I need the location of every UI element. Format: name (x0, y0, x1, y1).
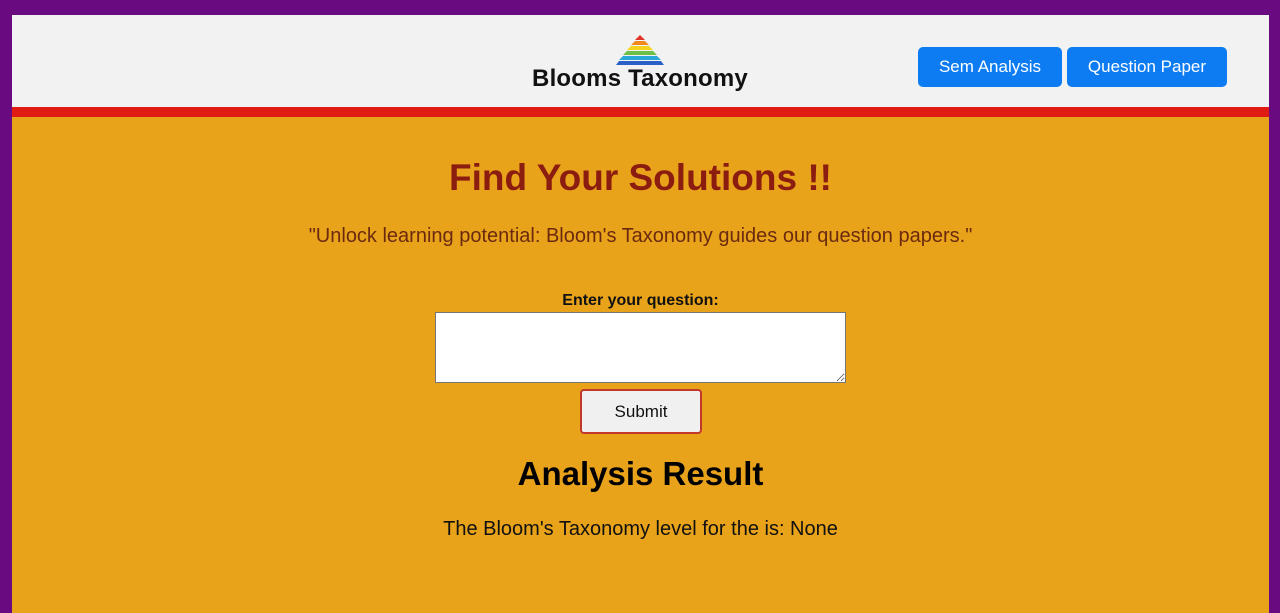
tagline: "Unlock learning potential: Bloom's Taxo… (308, 225, 973, 247)
sem-analysis-button[interactable]: Sem Analysis (918, 47, 1062, 87)
header-accent-bar (12, 107, 1269, 117)
header: Blooms Taxonomy Sem Analysis Question Pa… (12, 15, 1269, 107)
brand-title: Blooms Taxonomy (532, 65, 748, 92)
result-heading: Analysis Result (517, 455, 764, 492)
question-input[interactable] (435, 312, 846, 383)
submit-button[interactable]: Submit (580, 389, 702, 434)
result-text: The Bloom's Taxonomy level for the is: N… (443, 518, 838, 540)
page-title: Find Your Solutions !! (449, 157, 832, 198)
page-frame: Blooms Taxonomy Sem Analysis Question Pa… (12, 15, 1269, 613)
pyramid-icon (616, 35, 664, 65)
question-label: Enter your question: (562, 292, 719, 309)
question-paper-button[interactable]: Question Paper (1067, 47, 1227, 87)
